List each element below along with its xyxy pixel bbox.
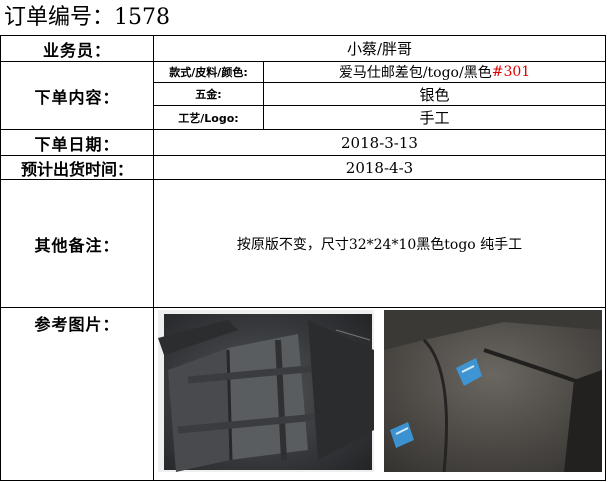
craft-logo-value: 手工 xyxy=(419,109,450,127)
ship-date-label: 预计出货时间： xyxy=(20,159,133,179)
craft-logo-label: 工艺/Logo: xyxy=(178,111,239,125)
remarks-label: 其他备注： xyxy=(34,235,120,255)
order-date-value: 2018-3-13 xyxy=(341,133,418,152)
reference-images-label: 参考图片： xyxy=(34,315,120,334)
style-leather-color-value: 爱马仕邮差包/togo/黑色 #301 xyxy=(264,62,605,82)
table-border-right xyxy=(605,35,606,481)
hardware-label: 五金: xyxy=(195,88,222,101)
style-leather-color-text: 爱马仕邮差包/togo/黑色 xyxy=(338,65,492,81)
order-content-label: 下单内容： xyxy=(34,87,120,107)
order-sheet: 订单编号：1578 业务员： 小蔡/胖哥 下单内容： 款式/皮料/颜色: 爱马仕… xyxy=(0,0,608,482)
remarks-value: 按原版不变，尺寸32*24*10黑色togo 纯手工 xyxy=(236,236,523,253)
style-leather-color-label: 款式/皮料/颜色: xyxy=(169,66,248,79)
salesperson-label: 业务员： xyxy=(42,40,111,60)
table-border-bottom xyxy=(0,480,606,481)
salesperson-value: 小蔡/胖哥 xyxy=(346,40,413,58)
order-number-title: 订单编号：1578 xyxy=(4,5,170,30)
order-date-label: 下单日期： xyxy=(34,134,120,154)
color-code: #301 xyxy=(491,64,531,80)
reference-photo-2 xyxy=(384,310,602,472)
order-table: 业务员： 小蔡/胖哥 下单内容： 款式/皮料/颜色: 爱马仕邮差包/togo/黑… xyxy=(0,35,606,481)
reference-photo-1 xyxy=(158,310,374,472)
ship-date-value: 2018-4-3 xyxy=(345,158,414,177)
hardware-value: 银色 xyxy=(419,85,450,104)
